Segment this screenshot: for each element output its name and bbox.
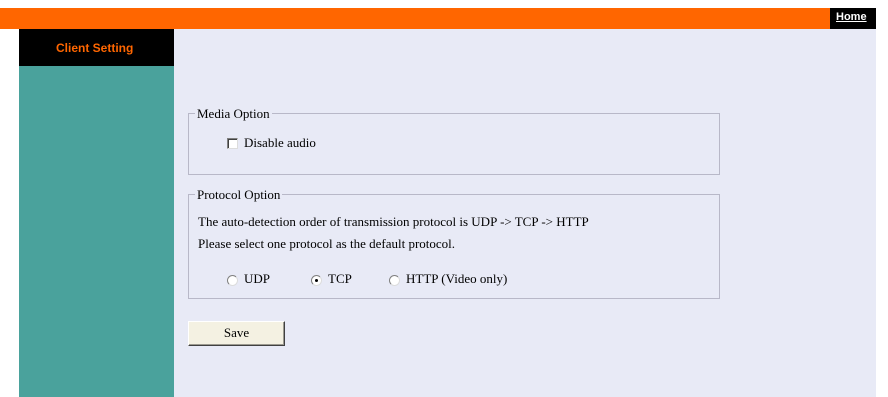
sidebar: Client Setting bbox=[19, 29, 174, 397]
protocol-instruction-text: Please select one protocol as the defaul… bbox=[198, 236, 456, 251]
sidebar-title: Client Setting bbox=[56, 41, 134, 55]
disable-audio-label: Disable audio bbox=[244, 135, 316, 150]
home-link-container: Home bbox=[830, 8, 876, 29]
save-button[interactable]: Save bbox=[188, 321, 285, 346]
udp-radio[interactable] bbox=[227, 275, 238, 286]
http-label: HTTP (Video only) bbox=[406, 271, 508, 286]
tcp-radio[interactable] bbox=[311, 275, 322, 286]
protocol-order-text: The auto-detection order of transmission… bbox=[198, 214, 589, 229]
media-option-legend: Media Option bbox=[195, 106, 272, 122]
top-bar: Home bbox=[0, 8, 876, 29]
http-radio[interactable] bbox=[389, 275, 400, 286]
media-option-group: Media Option Disable audio bbox=[188, 106, 720, 175]
main-content: Media Option Disable audio Protocol Opti… bbox=[174, 29, 876, 397]
udp-label: UDP bbox=[244, 271, 271, 286]
sidebar-header: Client Setting bbox=[19, 29, 174, 66]
home-link[interactable]: Home bbox=[836, 11, 867, 23]
disable-audio-checkbox[interactable] bbox=[227, 138, 238, 149]
tcp-label: TCP bbox=[328, 271, 352, 286]
protocol-option-group: Protocol Option The auto-detection order… bbox=[188, 187, 720, 299]
protocol-option-legend: Protocol Option bbox=[195, 187, 283, 203]
